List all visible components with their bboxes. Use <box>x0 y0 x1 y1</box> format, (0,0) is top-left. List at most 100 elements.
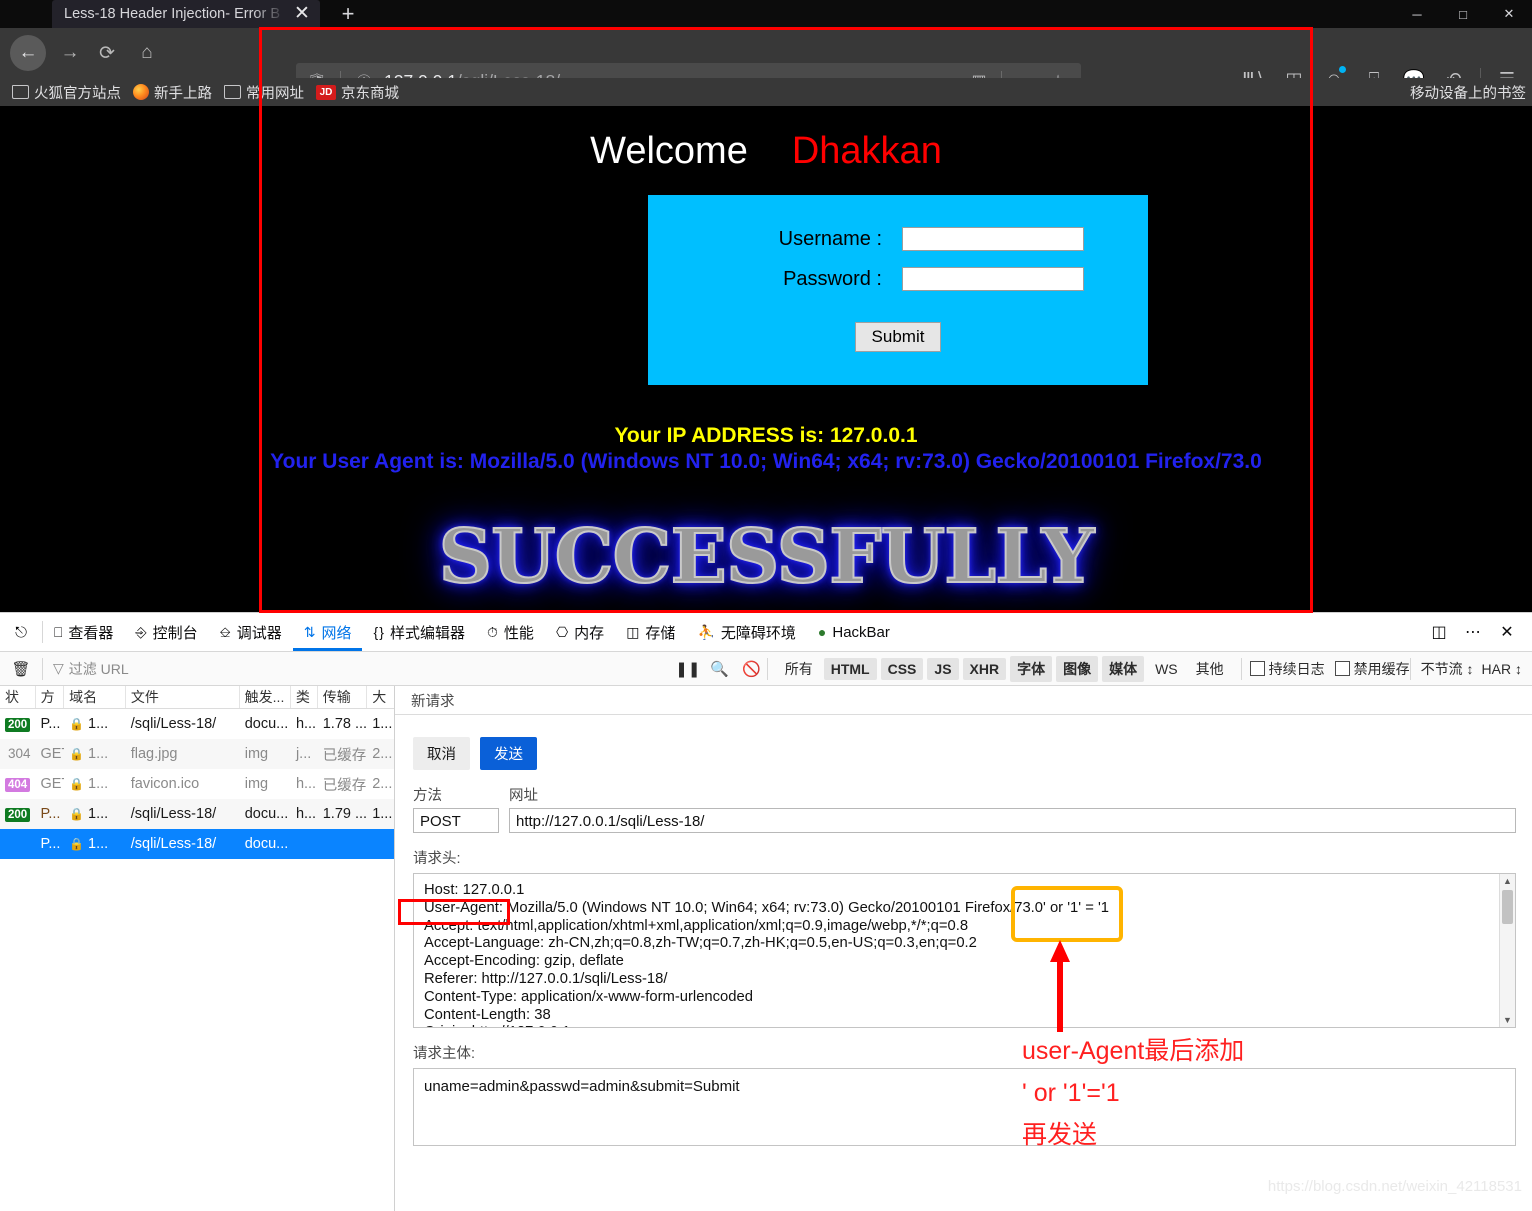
disable-cache-label: 禁用缓存 <box>1353 660 1410 677</box>
filter-type-font[interactable]: 字体 <box>1010 655 1053 682</box>
tab-style-editor[interactable]: { } 样式编辑器 <box>362 613 476 651</box>
filter-type-css[interactable]: CSS <box>880 657 924 680</box>
user-agent-text: Your User Agent is: Mozilla/5.0 (Windows… <box>270 450 1262 473</box>
home-icon[interactable]: ⌂ <box>132 38 162 68</box>
table-row[interactable]: 304 GET 🔒 1... flag.jpg img j... 已缓存 2..… <box>0 739 394 769</box>
network-request-list: 状 方 域名 文件 触发... 类 传输 大 200 P... 🔒 1... /… <box>0 686 395 1211</box>
cell-cause: img <box>244 776 269 792</box>
tab-memory[interactable]: ⎔ 内存 <box>545 613 615 651</box>
new-request-editor: 新请求 取消 发送 方法 POST 网址 http://127.0.0.1/sq… <box>395 686 1532 1211</box>
column-domain[interactable]: 域名 <box>64 686 126 708</box>
ip-address-text: Your IP ADDRESS is: 127.0.0.1 <box>614 424 918 447</box>
status-badge: 200 <box>5 718 31 732</box>
url-input[interactable]: http://127.0.0.1/sqli/Less-18/ <box>509 808 1516 833</box>
filter-type-ws[interactable]: WS <box>1148 658 1185 680</box>
request-body-text[interactable]: uname=admin&passwd=admin&submit=Submit <box>414 1069 1515 1104</box>
close-icon[interactable]: ✕ <box>292 4 312 24</box>
column-file[interactable]: 文件 <box>126 686 240 708</box>
cancel-button[interactable]: 取消 <box>413 737 470 770</box>
tab-accessibility[interactable]: ⛹ 无障碍环境 <box>686 613 806 651</box>
tab-inspector[interactable]: ⎕ 查看器 <box>43 613 124 651</box>
disable-cache-checkbox[interactable]: 禁用缓存 <box>1334 659 1410 679</box>
column-type[interactable]: 类 <box>291 686 318 708</box>
more-icon[interactable]: ⋯ <box>1458 617 1488 647</box>
submit-button[interactable]: Submit <box>854 322 942 352</box>
tab-performance[interactable]: ⏱ 性能 <box>476 613 545 651</box>
bookmark-item-beginner[interactable]: 新手上路 <box>133 82 212 103</box>
filter-type-js[interactable]: JS <box>927 657 959 680</box>
browser-tab[interactable]: Less-18 Header Injection- Error B ✕ <box>52 0 320 28</box>
mobile-bookmarks-label: 移动设备上的书签 <box>1410 85 1526 102</box>
bookmarks-bar: 火狐官方站点 新手上路 常用网址 JD 京东商城 移动设备上的书签 <box>0 78 1532 106</box>
element-picker-icon[interactable]: ⎋ <box>0 613 42 651</box>
filter-type-all[interactable]: 所有 <box>778 656 820 682</box>
filter-type-xhr[interactable]: XHR <box>962 657 1007 680</box>
maximize-icon[interactable]: □ <box>1440 0 1486 28</box>
bookmark-item-firefox-official[interactable]: 火狐官方站点 <box>12 82 121 103</box>
close-devtools-icon[interactable]: ✕ <box>1492 617 1522 647</box>
pause-icon[interactable]: ❚❚ <box>673 655 703 683</box>
cell-file: /sqli/Less-18/ <box>130 836 217 852</box>
tab-label: 控制台 <box>152 624 198 642</box>
trash-icon[interactable]: 🗑 <box>0 652 42 685</box>
cell-size: 2... <box>372 776 393 792</box>
filter-type-other[interactable]: 其他 <box>1189 656 1231 682</box>
tab-hackbar[interactable]: ● HackBar <box>807 613 901 651</box>
url-field-group: 网址 http://127.0.0.1/sqli/Less-18/ <box>509 784 1532 833</box>
filter-placeholder: 过滤 URL <box>68 660 129 677</box>
tab-console[interactable]: ⎆ 控制台 <box>124 613 208 651</box>
network-table-header: 状 方 域名 文件 触发... 类 传输 大 <box>0 686 394 709</box>
filter-type-html[interactable]: HTML <box>823 657 877 680</box>
scroll-up-icon[interactable]: ▲ <box>1500 874 1515 888</box>
request-headers-text[interactable]: Host: 127.0.0.1 User-Agent: Mozilla/5.0 … <box>414 874 1515 1027</box>
column-size[interactable]: 大 <box>367 686 394 708</box>
bookmark-item-jd[interactable]: JD 京东商城 <box>316 82 399 103</box>
search-icon[interactable]: 🔍 <box>705 655 735 683</box>
method-input[interactable]: POST <box>413 808 499 833</box>
tab-debugger[interactable]: ⎒ 调试器 <box>209 613 293 651</box>
minimize-icon[interactable]: ─ <box>1394 0 1440 28</box>
scrollbar-thumb[interactable] <box>1502 890 1513 924</box>
new-tab-button[interactable]: + <box>334 2 362 26</box>
forward-icon[interactable]: → <box>55 38 85 68</box>
headers-scrollbar[interactable]: ▲ ▼ <box>1499 874 1515 1027</box>
cell-transfer: 已缓存 <box>322 747 367 764</box>
username-input[interactable] <box>902 227 1084 251</box>
column-method[interactable]: 方 <box>36 686 65 708</box>
cell-type: j... <box>295 746 312 762</box>
column-status[interactable]: 状 <box>0 686 36 708</box>
tab-network[interactable]: ⇅ 网络 <box>293 613 363 651</box>
cell-transfer: 1.78 ... <box>322 716 368 732</box>
accessibility-icon: ⛹ <box>697 623 715 640</box>
send-button[interactable]: 发送 <box>480 737 537 770</box>
window-close-icon[interactable]: ✕ <box>1486 0 1532 28</box>
back-icon[interactable]: ← <box>10 35 46 71</box>
block-icon[interactable]: 🚫 <box>737 655 767 683</box>
password-input[interactable] <box>902 267 1084 291</box>
mobile-bookmarks-item[interactable]: 移动设备上的书签 <box>1405 82 1526 103</box>
column-transfer[interactable]: 传输 <box>318 686 368 708</box>
cell-domain: 1... <box>88 836 109 852</box>
bookmark-item-common-sites[interactable]: 常用网址 <box>224 82 304 103</box>
hackbar-icon: ● <box>817 624 827 640</box>
filter-type-image[interactable]: 图像 <box>1056 655 1099 682</box>
throttle-select[interactable]: 不节流 ↕ <box>1421 659 1474 679</box>
persist-logs-checkbox[interactable]: 持续日志 <box>1249 659 1325 679</box>
table-row[interactable]: 200 P... 🔒 1... /sqli/Less-18/ docu... h… <box>0 799 394 829</box>
tab-storage[interactable]: ◫ 存储 <box>615 613 686 651</box>
filter-url-input[interactable]: ▽ 过滤 URL <box>53 659 129 679</box>
scroll-down-icon[interactable]: ▼ <box>1500 1013 1515 1027</box>
request-headers-label: 请求头: <box>413 851 461 867</box>
window-controls: ─ □ ✕ <box>1394 0 1532 28</box>
reload-icon[interactable]: ⟳ <box>92 38 122 68</box>
table-row[interactable]: P... 🔒 1... /sqli/Less-18/ docu... <box>0 829 394 859</box>
request-body-box[interactable]: uname=admin&passwd=admin&submit=Submit <box>413 1068 1516 1146</box>
har-select[interactable]: HAR ↕ <box>1482 661 1522 677</box>
table-row[interactable]: 200 P... 🔒 1... /sqli/Less-18/ docu... h… <box>0 709 394 739</box>
cell-domain: 1... <box>88 716 109 732</box>
column-cause[interactable]: 触发... <box>240 686 291 708</box>
table-row[interactable]: 404 GET 🔒 1... favicon.ico img h... 已缓存 … <box>0 769 394 799</box>
filter-type-media[interactable]: 媒体 <box>1102 655 1145 682</box>
request-headers-box[interactable]: Host: 127.0.0.1 User-Agent: Mozilla/5.0 … <box>413 873 1516 1028</box>
responsive-design-icon[interactable]: ◫ <box>1424 617 1454 647</box>
